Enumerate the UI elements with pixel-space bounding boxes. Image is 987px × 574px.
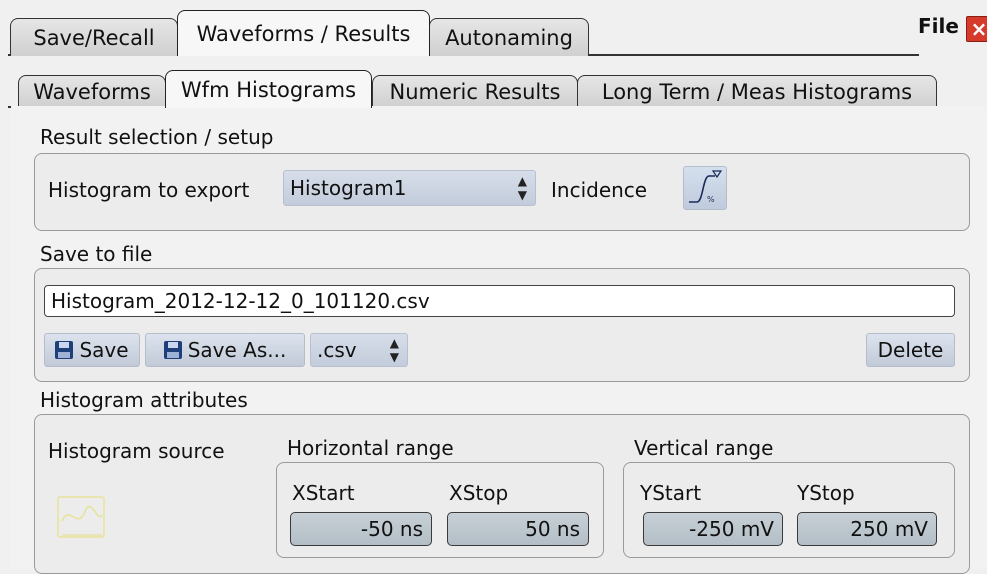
xstop-label: XStop bbox=[449, 481, 509, 505]
select-arrow-icon: ▲ ▼ bbox=[517, 174, 527, 202]
save-button[interactable]: Save bbox=[44, 333, 140, 367]
histogram-to-export-label: Histogram to export bbox=[48, 178, 250, 202]
delete-button[interactable]: Delete bbox=[866, 333, 955, 367]
vertical-range-title: Vertical range bbox=[634, 436, 774, 460]
tab-wfm-histograms[interactable]: Wfm Histograms bbox=[165, 70, 372, 108]
tab-waveforms-results[interactable]: Waveforms / Results bbox=[177, 10, 430, 56]
save-as-button[interactable]: Save As... bbox=[145, 333, 305, 367]
xstop-field[interactable]: 50 ns bbox=[447, 512, 589, 546]
histogram-select-value: Histogram1 bbox=[290, 176, 407, 200]
format-select-value: .csv bbox=[317, 338, 357, 362]
ystart-label: YStart bbox=[640, 481, 702, 505]
incidence-icon[interactable]: % bbox=[683, 166, 727, 210]
histogram-source-label: Histogram source bbox=[48, 439, 225, 463]
tab-numeric-results[interactable]: Numeric Results bbox=[372, 75, 578, 107]
tab-autonaming[interactable]: Autonaming bbox=[429, 18, 589, 56]
save-as-button-label: Save As... bbox=[187, 338, 287, 362]
ystop-label: YStop bbox=[797, 481, 855, 505]
filename-input[interactable]: Histogram_2012-12-12_0_101120.csv bbox=[44, 285, 955, 317]
tab-long-term-meas-histograms[interactable]: Long Term / Meas Histograms bbox=[577, 75, 937, 107]
histogram-source-icon bbox=[54, 493, 114, 545]
top-tab-bar: Save/Recall Waveforms / Results Autonami… bbox=[0, 0, 987, 56]
save-to-file-title: Save to file bbox=[40, 242, 153, 266]
tab-save-recall[interactable]: Save/Recall bbox=[10, 18, 178, 56]
floppy-disk-icon bbox=[55, 341, 74, 359]
result-selection-title: Result selection / setup bbox=[40, 125, 274, 149]
histogram-select[interactable]: Histogram1 ▲ ▼ bbox=[283, 170, 536, 206]
save-button-label: Save bbox=[79, 338, 129, 362]
incidence-curve-icon: % bbox=[689, 170, 723, 204]
xstart-label: XStart bbox=[292, 481, 355, 505]
incidence-percent-symbol: % bbox=[707, 195, 715, 204]
close-icon[interactable]: × bbox=[966, 16, 987, 42]
ystop-field[interactable]: 250 mV bbox=[797, 512, 937, 546]
tab-waveforms[interactable]: Waveforms bbox=[18, 75, 166, 107]
histogram-attributes-title: Histogram attributes bbox=[40, 388, 248, 412]
format-select[interactable]: .csv ▲ ▼ bbox=[310, 333, 408, 367]
ystart-field[interactable]: -250 mV bbox=[643, 512, 783, 546]
horizontal-range-title: Horizontal range bbox=[287, 436, 454, 460]
dialog-title: File bbox=[918, 14, 959, 38]
floppy-disk-icon bbox=[163, 341, 182, 359]
xstart-field[interactable]: -50 ns bbox=[290, 512, 432, 546]
incidence-label: Incidence bbox=[551, 178, 648, 202]
select-arrow-icon: ▲ ▼ bbox=[389, 336, 399, 364]
